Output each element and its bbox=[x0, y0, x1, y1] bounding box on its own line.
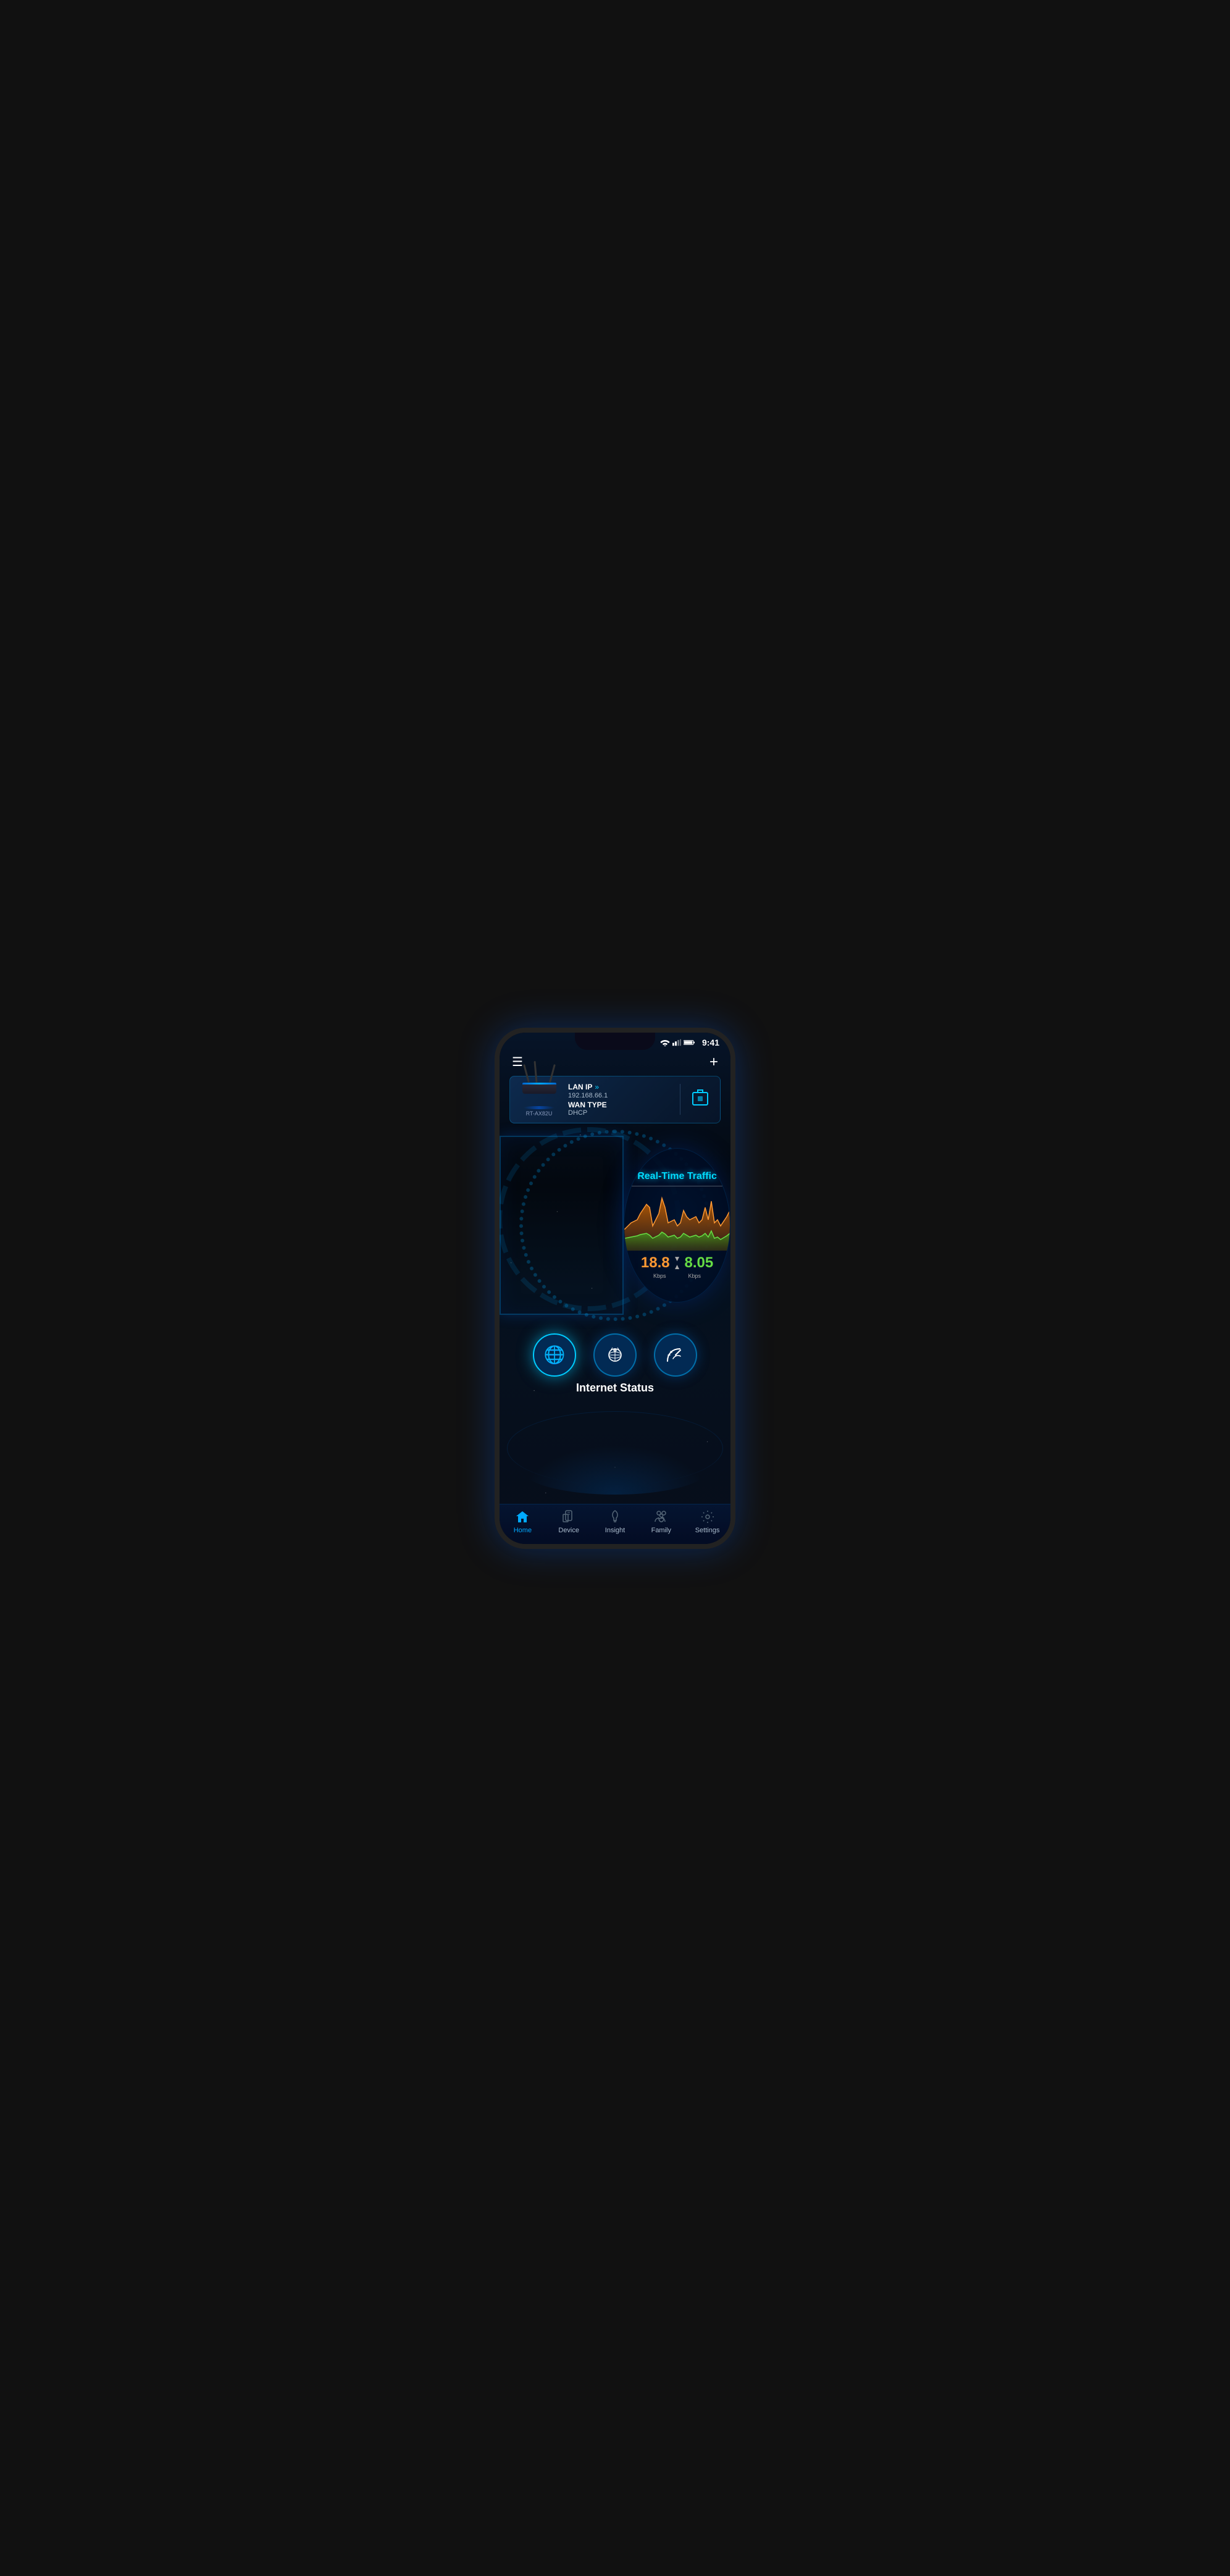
router-glow bbox=[524, 1106, 554, 1109]
download-unit: Kbps bbox=[653, 1273, 666, 1279]
network-button[interactable] bbox=[593, 1333, 637, 1377]
lan-ip-value: 192.168.66.1 bbox=[568, 1092, 672, 1099]
device-label: Device bbox=[558, 1527, 579, 1534]
settings-icon bbox=[700, 1509, 715, 1524]
traffic-container: Real-Time Traffic bbox=[500, 1130, 730, 1321]
wan-type-value: DHCP bbox=[568, 1109, 672, 1117]
traffic-chart bbox=[624, 1189, 730, 1251]
lan-label: LAN IP bbox=[568, 1083, 592, 1091]
nav-device[interactable]: Device bbox=[546, 1509, 592, 1534]
bottom-buttons: 🌐 bbox=[500, 1321, 730, 1382]
nav-family[interactable]: Family bbox=[638, 1509, 684, 1534]
globe-icon: 🌐 bbox=[544, 1345, 566, 1365]
traffic-circle-content: Real-Time Traffic bbox=[624, 1148, 730, 1303]
real-time-label: Real-Time Traffic bbox=[637, 1171, 717, 1182]
phone-screen: 9:41 ☰ + RT-AX82U bbox=[500, 1033, 730, 1544]
nav-home[interactable]: Home bbox=[500, 1509, 546, 1534]
ring-outer bbox=[500, 1136, 624, 1315]
network-icon bbox=[604, 1344, 626, 1366]
status-time: 9:41 bbox=[702, 1038, 719, 1047]
wifi-icon bbox=[660, 1039, 670, 1046]
home-icon bbox=[515, 1509, 530, 1524]
settings-label: Settings bbox=[695, 1527, 720, 1534]
family-label: Family bbox=[651, 1527, 671, 1534]
add-button[interactable]: + bbox=[709, 1054, 718, 1071]
nav-settings[interactable]: Settings bbox=[684, 1509, 730, 1534]
upload-unit: Kbps bbox=[688, 1273, 701, 1279]
planet-arc bbox=[507, 1411, 723, 1485]
download-speed: 18.8 bbox=[641, 1254, 670, 1272]
router-settings-button[interactable] bbox=[688, 1085, 713, 1114]
speed-row: 18.8 ▼ ▲ 8.05 bbox=[641, 1254, 713, 1272]
device-icon bbox=[561, 1509, 576, 1524]
signal-icon bbox=[672, 1039, 681, 1046]
nav-insight[interactable]: Insight bbox=[592, 1509, 638, 1534]
internet-button[interactable]: 🌐 bbox=[533, 1333, 576, 1377]
router-card: RT-AX82U LAN IP » 192.168.66.1 WAN TYPE … bbox=[509, 1076, 721, 1123]
phone-notch bbox=[575, 1033, 655, 1050]
insight-label: Insight bbox=[605, 1527, 625, 1534]
upload-arrow-icon: ▲ bbox=[674, 1263, 681, 1271]
router-info: LAN IP » 192.168.66.1 WAN TYPE DHCP bbox=[568, 1083, 672, 1117]
insight-icon bbox=[608, 1509, 622, 1524]
internet-status-label: Internet Status bbox=[500, 1382, 730, 1399]
menu-button[interactable]: ☰ bbox=[512, 1056, 523, 1068]
router-name: RT-AX82U bbox=[526, 1110, 553, 1117]
status-icons: 9:41 bbox=[660, 1038, 719, 1047]
lan-arrow-icon: » bbox=[595, 1083, 599, 1091]
phone-frame: 9:41 ☰ + RT-AX82U bbox=[495, 1028, 735, 1549]
family-icon bbox=[653, 1509, 670, 1524]
battery-icon bbox=[684, 1039, 696, 1046]
speed-arrows: ▼ ▲ bbox=[674, 1255, 681, 1271]
wan-label: WAN TYPE bbox=[568, 1101, 672, 1109]
router-body bbox=[522, 1083, 556, 1094]
speed-units: Kbps Kbps bbox=[653, 1273, 701, 1279]
speedtest-icon bbox=[664, 1344, 687, 1366]
home-label: Home bbox=[514, 1527, 532, 1534]
upload-speed: 8.05 bbox=[684, 1254, 713, 1272]
lan-ip-line: LAN IP » bbox=[568, 1083, 672, 1091]
bottom-nav: Home Device Insight bbox=[500, 1504, 730, 1544]
router-image: RT-AX82U bbox=[517, 1083, 561, 1117]
speedtest-button[interactable] bbox=[654, 1333, 697, 1377]
